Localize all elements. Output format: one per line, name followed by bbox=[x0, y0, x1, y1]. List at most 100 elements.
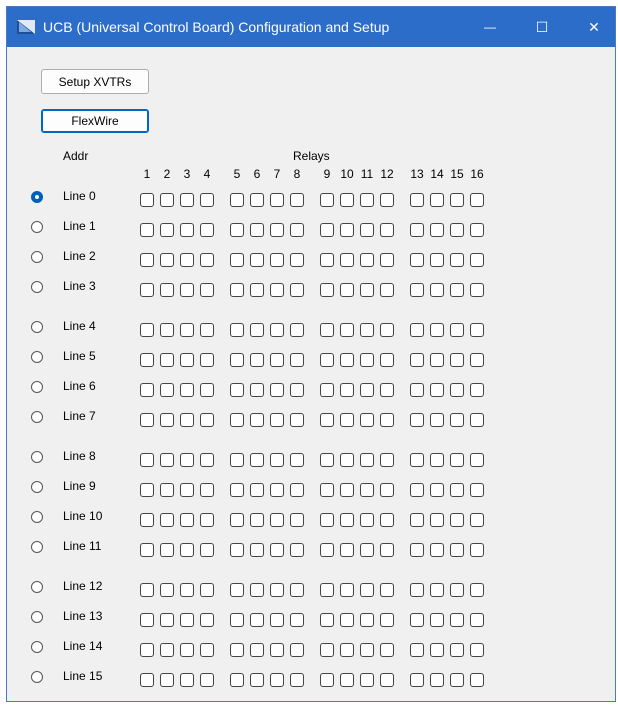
relay-checkbox-line-12-relay-15[interactable] bbox=[450, 583, 464, 597]
relay-checkbox-line-15-relay-3[interactable] bbox=[180, 673, 194, 687]
maximize-button[interactable]: ☐ bbox=[519, 7, 565, 47]
relay-checkbox-line-13-relay-11[interactable] bbox=[360, 613, 374, 627]
relay-checkbox-line-9-relay-14[interactable] bbox=[430, 483, 444, 497]
relay-checkbox-line-5-relay-11[interactable] bbox=[360, 353, 374, 367]
relay-checkbox-line-13-relay-5[interactable] bbox=[230, 613, 244, 627]
relay-checkbox-line-15-relay-10[interactable] bbox=[340, 673, 354, 687]
relay-checkbox-line-6-relay-2[interactable] bbox=[160, 383, 174, 397]
relay-checkbox-line-8-relay-8[interactable] bbox=[290, 453, 304, 467]
relay-checkbox-line-12-relay-12[interactable] bbox=[380, 583, 394, 597]
relay-checkbox-line-12-relay-2[interactable] bbox=[160, 583, 174, 597]
flexwire-button[interactable]: FlexWire bbox=[41, 109, 149, 133]
relay-checkbox-line-5-relay-1[interactable] bbox=[140, 353, 154, 367]
relay-checkbox-line-11-relay-7[interactable] bbox=[270, 543, 284, 557]
relay-checkbox-line-2-relay-12[interactable] bbox=[380, 253, 394, 267]
relay-checkbox-line-12-relay-10[interactable] bbox=[340, 583, 354, 597]
relay-checkbox-line-14-relay-15[interactable] bbox=[450, 643, 464, 657]
relay-checkbox-line-11-relay-6[interactable] bbox=[250, 543, 264, 557]
relay-checkbox-line-11-relay-16[interactable] bbox=[470, 543, 484, 557]
addr-radio-line-8[interactable] bbox=[31, 451, 43, 463]
relay-checkbox-line-14-relay-10[interactable] bbox=[340, 643, 354, 657]
relay-checkbox-line-3-relay-15[interactable] bbox=[450, 283, 464, 297]
relay-checkbox-line-14-relay-6[interactable] bbox=[250, 643, 264, 657]
relay-checkbox-line-0-relay-12[interactable] bbox=[380, 193, 394, 207]
relay-checkbox-line-2-relay-6[interactable] bbox=[250, 253, 264, 267]
relay-checkbox-line-15-relay-12[interactable] bbox=[380, 673, 394, 687]
relay-checkbox-line-7-relay-15[interactable] bbox=[450, 413, 464, 427]
addr-radio-line-15[interactable] bbox=[31, 671, 43, 683]
relay-checkbox-line-3-relay-9[interactable] bbox=[320, 283, 334, 297]
relay-checkbox-line-14-relay-14[interactable] bbox=[430, 643, 444, 657]
relay-checkbox-line-8-relay-12[interactable] bbox=[380, 453, 394, 467]
relay-checkbox-line-8-relay-9[interactable] bbox=[320, 453, 334, 467]
relay-checkbox-line-12-relay-13[interactable] bbox=[410, 583, 424, 597]
relay-checkbox-line-13-relay-16[interactable] bbox=[470, 613, 484, 627]
relay-checkbox-line-10-relay-14[interactable] bbox=[430, 513, 444, 527]
relay-checkbox-line-13-relay-6[interactable] bbox=[250, 613, 264, 627]
relay-checkbox-line-4-relay-15[interactable] bbox=[450, 323, 464, 337]
relay-checkbox-line-15-relay-8[interactable] bbox=[290, 673, 304, 687]
relay-checkbox-line-4-relay-4[interactable] bbox=[200, 323, 214, 337]
relay-checkbox-line-2-relay-10[interactable] bbox=[340, 253, 354, 267]
relay-checkbox-line-8-relay-1[interactable] bbox=[140, 453, 154, 467]
relay-checkbox-line-7-relay-10[interactable] bbox=[340, 413, 354, 427]
relay-checkbox-line-4-relay-13[interactable] bbox=[410, 323, 424, 337]
title-bar[interactable]: UCB (Universal Control Board) Configurat… bbox=[7, 7, 615, 47]
relay-checkbox-line-6-relay-16[interactable] bbox=[470, 383, 484, 397]
relay-checkbox-line-15-relay-16[interactable] bbox=[470, 673, 484, 687]
relay-checkbox-line-15-relay-2[interactable] bbox=[160, 673, 174, 687]
relay-checkbox-line-7-relay-4[interactable] bbox=[200, 413, 214, 427]
relay-checkbox-line-11-relay-5[interactable] bbox=[230, 543, 244, 557]
relay-checkbox-line-15-relay-9[interactable] bbox=[320, 673, 334, 687]
relay-checkbox-line-9-relay-9[interactable] bbox=[320, 483, 334, 497]
addr-radio-line-11[interactable] bbox=[31, 541, 43, 553]
relay-checkbox-line-2-relay-1[interactable] bbox=[140, 253, 154, 267]
relay-checkbox-line-10-relay-15[interactable] bbox=[450, 513, 464, 527]
relay-checkbox-line-2-relay-15[interactable] bbox=[450, 253, 464, 267]
relay-checkbox-line-5-relay-3[interactable] bbox=[180, 353, 194, 367]
relay-checkbox-line-4-relay-14[interactable] bbox=[430, 323, 444, 337]
addr-radio-line-0[interactable] bbox=[31, 191, 43, 203]
relay-checkbox-line-3-relay-6[interactable] bbox=[250, 283, 264, 297]
addr-radio-line-5[interactable] bbox=[31, 351, 43, 363]
close-button[interactable]: ✕ bbox=[571, 7, 617, 47]
relay-checkbox-line-12-relay-11[interactable] bbox=[360, 583, 374, 597]
relay-checkbox-line-10-relay-2[interactable] bbox=[160, 513, 174, 527]
relay-checkbox-line-15-relay-5[interactable] bbox=[230, 673, 244, 687]
relay-checkbox-line-2-relay-11[interactable] bbox=[360, 253, 374, 267]
relay-checkbox-line-15-relay-15[interactable] bbox=[450, 673, 464, 687]
relay-checkbox-line-8-relay-10[interactable] bbox=[340, 453, 354, 467]
relay-checkbox-line-2-relay-4[interactable] bbox=[200, 253, 214, 267]
relay-checkbox-line-7-relay-6[interactable] bbox=[250, 413, 264, 427]
relay-checkbox-line-1-relay-8[interactable] bbox=[290, 223, 304, 237]
relay-checkbox-line-13-relay-3[interactable] bbox=[180, 613, 194, 627]
relay-checkbox-line-13-relay-14[interactable] bbox=[430, 613, 444, 627]
relay-checkbox-line-10-relay-9[interactable] bbox=[320, 513, 334, 527]
relay-checkbox-line-7-relay-8[interactable] bbox=[290, 413, 304, 427]
relay-checkbox-line-3-relay-1[interactable] bbox=[140, 283, 154, 297]
relay-checkbox-line-14-relay-16[interactable] bbox=[470, 643, 484, 657]
relay-checkbox-line-10-relay-13[interactable] bbox=[410, 513, 424, 527]
relay-checkbox-line-1-relay-13[interactable] bbox=[410, 223, 424, 237]
relay-checkbox-line-8-relay-11[interactable] bbox=[360, 453, 374, 467]
relay-checkbox-line-4-relay-7[interactable] bbox=[270, 323, 284, 337]
addr-radio-line-7[interactable] bbox=[31, 411, 43, 423]
relay-checkbox-line-10-relay-4[interactable] bbox=[200, 513, 214, 527]
relay-checkbox-line-6-relay-14[interactable] bbox=[430, 383, 444, 397]
relay-checkbox-line-11-relay-13[interactable] bbox=[410, 543, 424, 557]
relay-checkbox-line-4-relay-2[interactable] bbox=[160, 323, 174, 337]
relay-checkbox-line-0-relay-3[interactable] bbox=[180, 193, 194, 207]
relay-checkbox-line-5-relay-2[interactable] bbox=[160, 353, 174, 367]
relay-checkbox-line-15-relay-13[interactable] bbox=[410, 673, 424, 687]
relay-checkbox-line-6-relay-4[interactable] bbox=[200, 383, 214, 397]
relay-checkbox-line-13-relay-4[interactable] bbox=[200, 613, 214, 627]
relay-checkbox-line-13-relay-7[interactable] bbox=[270, 613, 284, 627]
relay-checkbox-line-4-relay-6[interactable] bbox=[250, 323, 264, 337]
addr-radio-line-9[interactable] bbox=[31, 481, 43, 493]
relay-checkbox-line-9-relay-1[interactable] bbox=[140, 483, 154, 497]
relay-checkbox-line-4-relay-8[interactable] bbox=[290, 323, 304, 337]
relay-checkbox-line-0-relay-6[interactable] bbox=[250, 193, 264, 207]
relay-checkbox-line-7-relay-16[interactable] bbox=[470, 413, 484, 427]
relay-checkbox-line-13-relay-10[interactable] bbox=[340, 613, 354, 627]
relay-checkbox-line-5-relay-13[interactable] bbox=[410, 353, 424, 367]
